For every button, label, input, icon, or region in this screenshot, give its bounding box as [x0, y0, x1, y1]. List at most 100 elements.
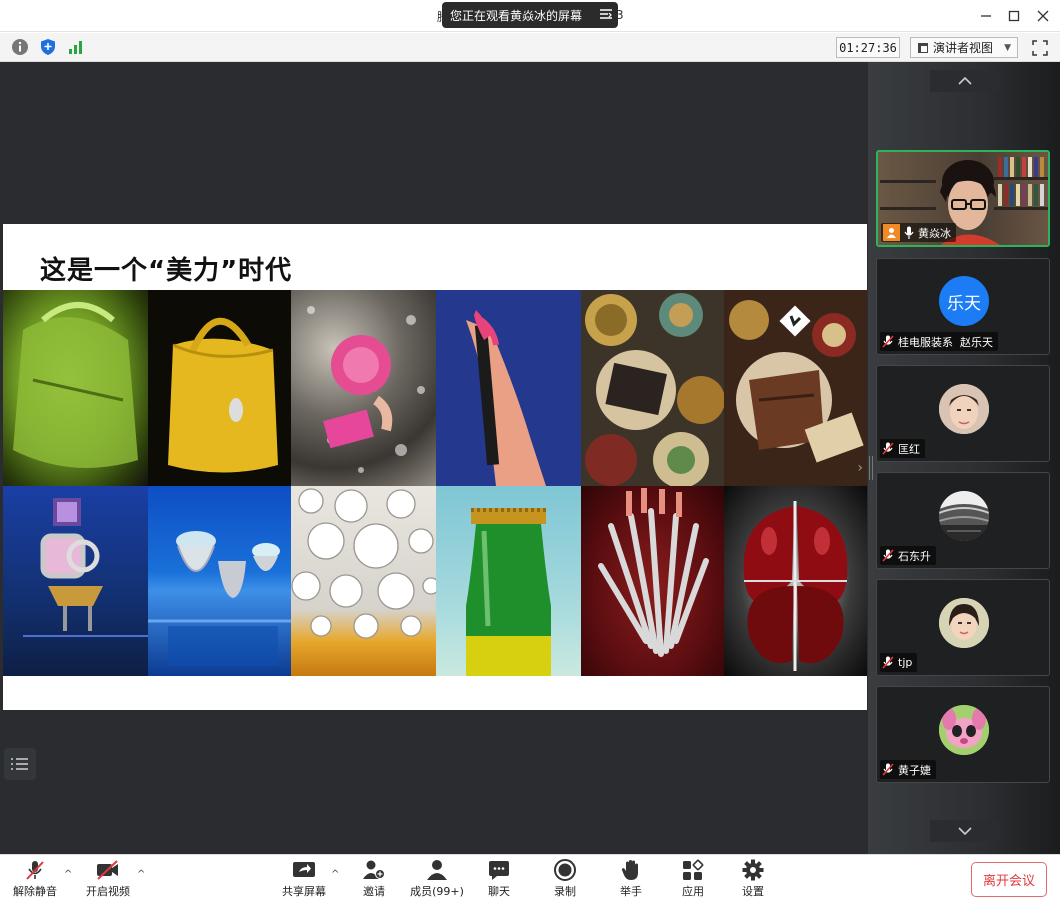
apps-button[interactable]: 应用: [680, 859, 706, 905]
red-chrome-sculpture-image: [724, 486, 867, 676]
raise-hand-icon: [621, 860, 638, 880]
participant-name-tag: tjp: [880, 653, 918, 672]
chevron-right-icon[interactable]: ›: [857, 460, 863, 476]
chat-button[interactable]: 聊天: [486, 859, 512, 905]
unmute-label: 解除静音: [13, 885, 57, 898]
avatar: [939, 384, 989, 434]
participant-tile[interactable]: 石东升: [876, 472, 1050, 569]
participant-panel: 黄焱冰 乐天 桂电服装系 赵乐天 匡红 石东升 tjp 黄子婕: [868, 62, 1060, 854]
participant-name-tag: 黄子婕: [880, 760, 936, 779]
info-icon[interactable]: [10, 37, 30, 57]
invite-button[interactable]: 邀请: [356, 859, 392, 905]
share-screen-icon: [293, 862, 315, 877]
microphone-muted-icon: [882, 442, 894, 455]
scroll-down-button[interactable]: [930, 820, 1000, 842]
chevron-up-icon: [958, 77, 972, 85]
slide-image-grid: [3, 290, 867, 676]
record-label: 录制: [554, 885, 576, 898]
share-options-icon[interactable]: [594, 8, 618, 23]
chat-label: 聊天: [488, 885, 510, 898]
bubbles-image: [291, 486, 436, 676]
participant-name: 石东升: [898, 549, 931, 563]
participant-tile[interactable]: 黄子婕: [876, 686, 1050, 783]
participant-name: 黄子婕: [898, 763, 931, 777]
record-icon: [554, 859, 576, 881]
microphone-muted-icon: [26, 861, 44, 880]
participant-name: tjp: [898, 656, 913, 669]
scroll-up-button[interactable]: [930, 70, 1000, 92]
meeting-toolbar: 解除静音 ^ 开启视频 ^ 共享屏幕 ^ 邀请 成员(99+) 聊天 录制 举手…: [0, 854, 1060, 909]
apps-label: 应用: [682, 885, 704, 898]
raise-hand-button[interactable]: 举手: [618, 859, 644, 905]
info-bar: 01:27:36 演讲者视图 ▼: [0, 33, 1060, 62]
participant-name: 桂电服装系 赵乐天: [898, 335, 993, 349]
yellow-handbag-image: [148, 290, 291, 486]
leave-meeting-button[interactable]: 离开会议: [971, 862, 1047, 897]
participant-tile[interactable]: tjp: [876, 579, 1050, 676]
video-options-caret-icon[interactable]: ^: [137, 869, 145, 880]
view-mode-label: 演讲者视图: [933, 41, 994, 55]
close-icon[interactable]: [1032, 6, 1054, 26]
pink-compact-gems-image: [291, 290, 436, 486]
presentation-slide: 这是一个“美力”时代 ›: [3, 224, 867, 710]
share-banner-text: 您正在观看黄焱冰的屏幕: [450, 8, 583, 23]
participant-tile[interactable]: 乐天 桂电服装系 赵乐天: [876, 258, 1050, 355]
members-icon: [427, 860, 447, 880]
slide-title: 这是一个“美力”时代: [40, 256, 293, 286]
microphone-muted-icon: [882, 763, 894, 776]
microphone-muted-icon: [882, 549, 894, 562]
add-user-icon: [363, 860, 385, 879]
apps-icon: [683, 859, 704, 880]
participant-tile[interactable]: 黄焱冰: [876, 150, 1050, 247]
maximize-icon[interactable]: [1003, 6, 1025, 26]
share-screen-button[interactable]: 共享屏幕: [280, 859, 328, 905]
meeting-window: 腾 您正在观看黄焱冰的屏幕 3 01:27:36: [0, 0, 1060, 909]
share-options-caret-icon[interactable]: ^: [331, 869, 339, 880]
wrench-bundle-image: [581, 486, 724, 676]
patterned-plates-image: [581, 290, 724, 486]
participant-name-tag: 石东升: [880, 546, 936, 565]
avatar: [939, 491, 989, 541]
settings-button[interactable]: 设置: [740, 859, 766, 905]
window-title-fragment: 3: [616, 8, 624, 22]
avatar: [939, 705, 989, 755]
chat-icon: [489, 861, 509, 880]
list-menu-icon[interactable]: [4, 748, 36, 780]
gem-ring-tower-image: [3, 486, 148, 676]
chevron-down-icon: ▼: [1004, 42, 1011, 53]
participant-name: 匡红: [898, 442, 920, 456]
shared-screen-stage: 这是一个“美力”时代 ›: [0, 62, 868, 854]
fullscreen-icon[interactable]: [1030, 38, 1050, 58]
participant-name-tag: 匡红: [880, 439, 925, 458]
green-handbag-image: [3, 290, 148, 486]
audio-options-caret-icon[interactable]: ^: [64, 869, 72, 880]
share-screen-label: 共享屏幕: [282, 885, 326, 898]
participant-name-tag: 桂电服装系 赵乐天: [880, 332, 998, 351]
participant-name-tag: 黄焱冰: [881, 223, 956, 242]
start-video-label: 开启视频: [86, 885, 130, 898]
glass-rings-blue-image: [148, 486, 291, 676]
speaker-view-icon: [918, 42, 928, 53]
microphone-muted-icon: [882, 656, 894, 669]
participant-tile[interactable]: 匡红: [876, 365, 1050, 462]
minimize-icon[interactable]: [975, 6, 997, 26]
members-button[interactable]: 成员(99+): [410, 859, 464, 905]
microphone-icon: [904, 226, 914, 239]
shield-icon[interactable]: [38, 37, 58, 57]
title-bar: 腾 您正在观看黄焱冰的屏幕 3: [0, 0, 1060, 32]
microphone-muted-icon: [882, 335, 894, 348]
members-label: 成员(99+): [410, 885, 464, 898]
start-video-button[interactable]: 开启视频: [84, 859, 132, 905]
screen-share-banner[interactable]: 您正在观看黄焱冰的屏幕: [442, 2, 618, 28]
meeting-timer: 01:27:36: [836, 37, 900, 58]
view-mode-dropdown[interactable]: 演讲者视图 ▼: [910, 37, 1018, 58]
panel-resize-handle[interactable]: [869, 456, 873, 480]
camera-off-icon: [97, 860, 118, 880]
participant-name: 黄焱冰: [918, 226, 951, 240]
host-icon: [883, 224, 900, 241]
record-button[interactable]: 录制: [552, 859, 578, 905]
invite-label: 邀请: [363, 885, 385, 898]
unmute-button[interactable]: 解除静音: [12, 859, 58, 905]
signal-icon[interactable]: [66, 37, 86, 57]
avatar: 乐天: [939, 276, 989, 326]
